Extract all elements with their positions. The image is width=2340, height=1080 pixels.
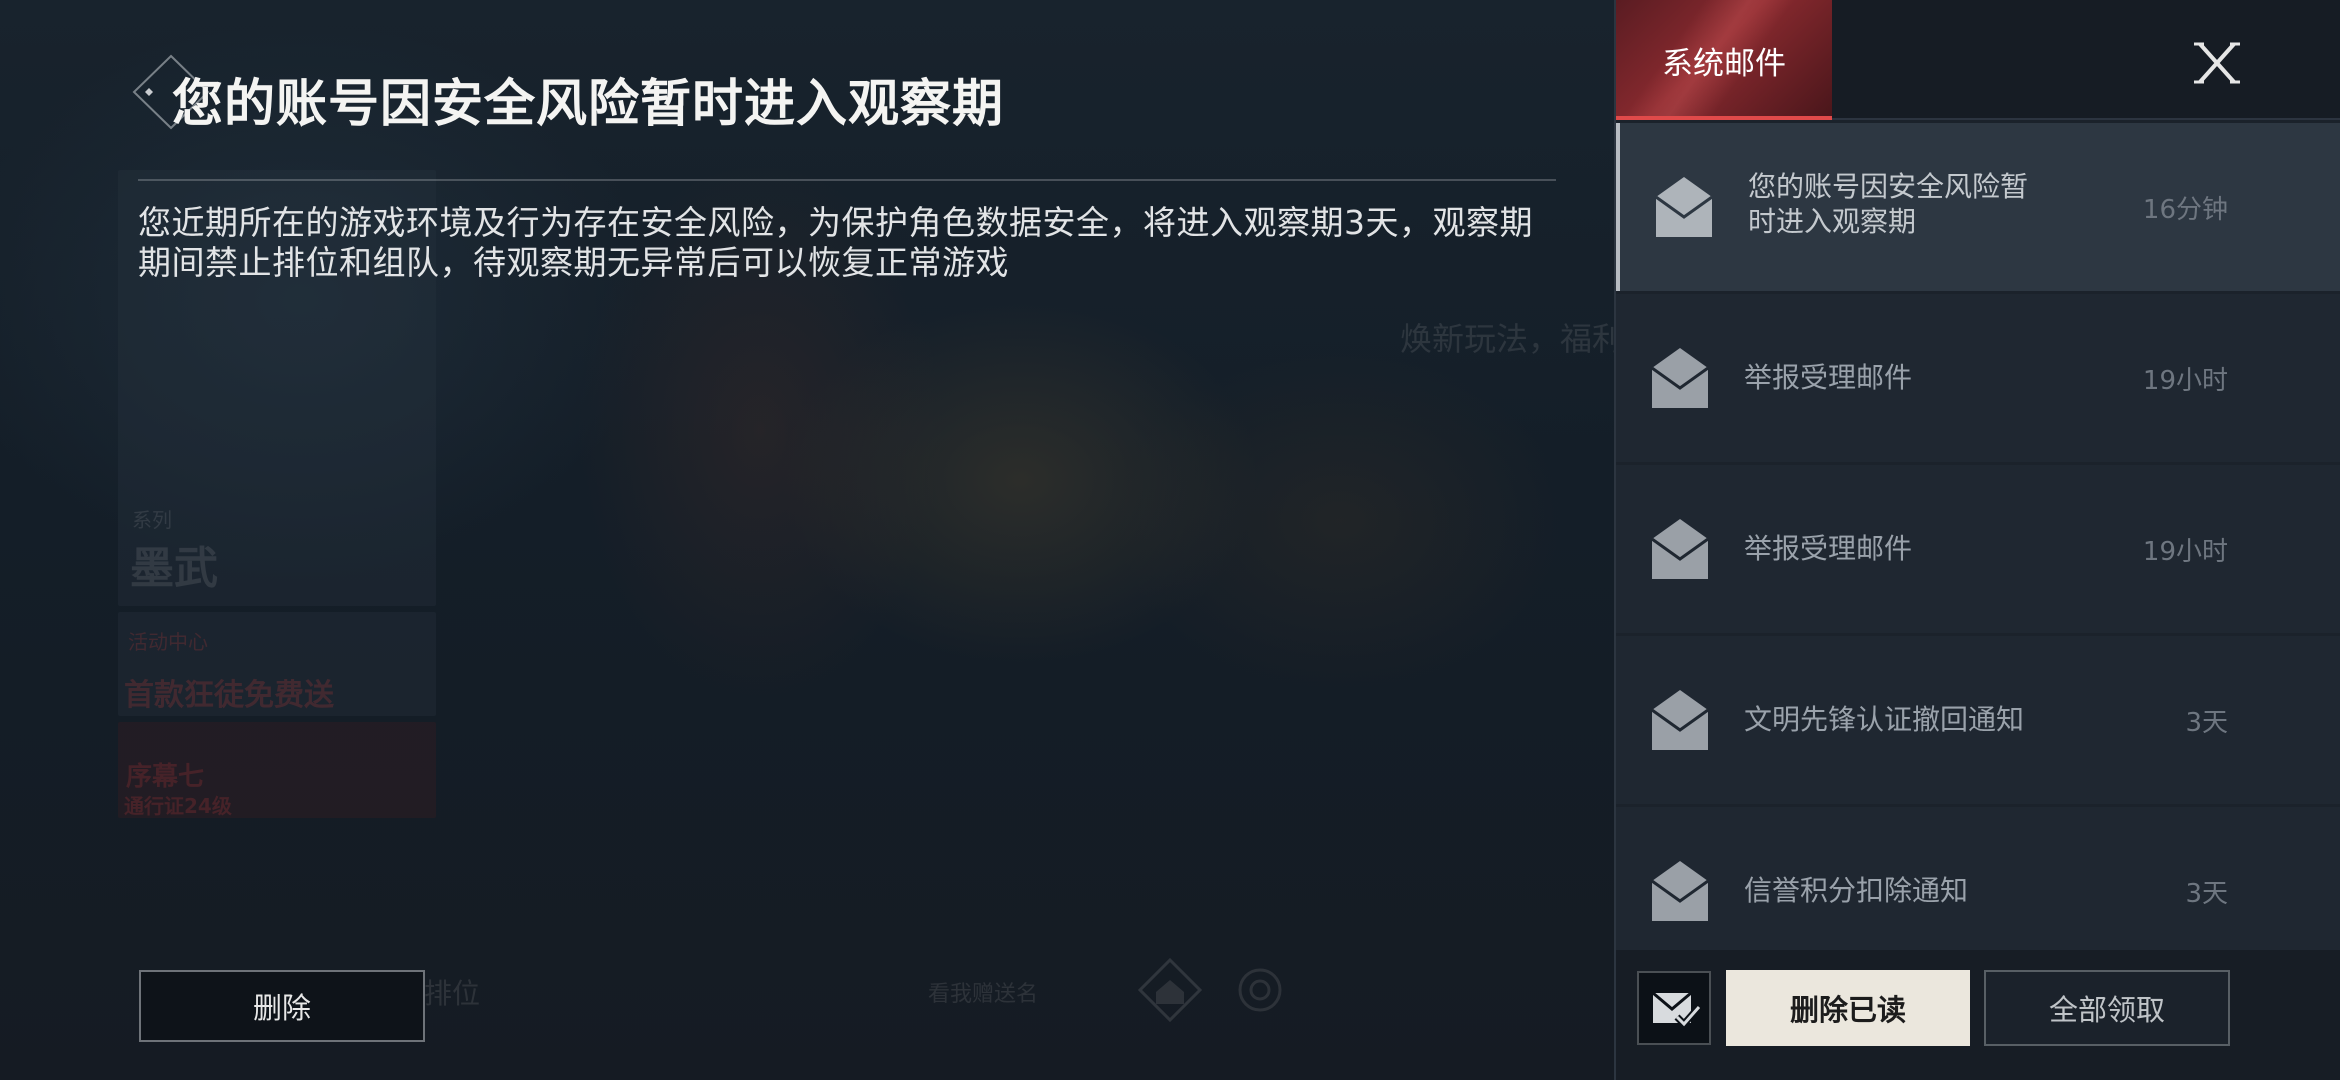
mail-list: 您的账号因安全风险暂时进入观察期 16分钟 举报受理邮件 19小时 举报受理邮件 bbox=[1616, 120, 2340, 950]
envelope-icon bbox=[1651, 519, 1709, 579]
bg-text-free-skin: 首款狂徒免费送 bbox=[124, 678, 334, 713]
bg-text-new-mode: 焕新玩法，福利 bbox=[1400, 320, 1625, 358]
mail-item-title: 举报受理邮件 bbox=[1744, 361, 1913, 394]
mail-list-item[interactable]: 举报受理邮件 19小时 bbox=[1616, 294, 2340, 462]
envelope-icon bbox=[1651, 348, 1709, 408]
mail-list-item[interactable]: 信誉积分扣除通知 3天 bbox=[1616, 807, 2340, 950]
mail-panel-header: 系统邮件 bbox=[1616, 0, 2340, 120]
delete-mail-button[interactable]: 删除 bbox=[139, 970, 425, 1042]
mail-list-item[interactable]: 您的账号因安全风险暂时进入观察期 16分钟 bbox=[1616, 123, 2340, 291]
mail-detail-body: 您近期所在的游戏环境及行为存在安全风险，为保护角色数据安全，将进入观察期3天，观… bbox=[138, 203, 1533, 282]
title-divider bbox=[138, 179, 1556, 181]
mail-item-time: 3天 bbox=[2185, 879, 2228, 909]
bg-text-ranked: 排位 bbox=[424, 977, 481, 1010]
mail-item-time: 19小时 bbox=[2142, 537, 2228, 567]
bg-text-event-center: 活动中心 bbox=[128, 630, 208, 654]
mail-list-item[interactable]: 举报受理邮件 19小时 bbox=[1616, 465, 2340, 633]
mail-panel: 系统邮件 您的账号因安全风险暂时进入观察期 16分钟 举报受理邮件 19小时 举… bbox=[1614, 0, 2340, 1080]
mail-detail-title: 您的账号因安全风险暂时进入观察期 bbox=[172, 75, 1005, 134]
mail-item-title: 举报受理邮件 bbox=[1744, 532, 1913, 565]
envelope-icon bbox=[1651, 861, 1709, 921]
bg-text-pass-level: 通行证24级 bbox=[124, 794, 232, 818]
mark-read-button[interactable] bbox=[1637, 971, 1711, 1045]
bg-text-series: 系列 bbox=[132, 508, 172, 532]
envelope-icon bbox=[1655, 177, 1713, 237]
mail-item-time: 3天 bbox=[2185, 708, 2228, 738]
mail-item-time: 19小时 bbox=[2142, 366, 2228, 396]
envelope-check-icon bbox=[1652, 991, 1701, 1030]
envelope-icon bbox=[1651, 690, 1709, 750]
mail-item-title: 文明先锋认证撤回通知 bbox=[1744, 703, 2025, 736]
claim-all-button[interactable]: 全部领取 bbox=[1984, 970, 2230, 1046]
mail-item-title: 信誉积分扣除通知 bbox=[1744, 874, 1969, 907]
bg-text-gift: 看我赠送名 bbox=[928, 982, 1039, 1007]
bg-text-prologue: 序幕七 bbox=[126, 762, 205, 792]
app-root: 系列 墨武 活动中心 首款狂徒免费送 序幕七 通行证24级 焕新玩法，福利 排位… bbox=[0, 0, 2340, 1080]
mail-list-item[interactable]: 文明先锋认证撤回通知 3天 bbox=[1616, 636, 2340, 804]
tab-system-mail-label: 系统邮件 bbox=[1662, 46, 1786, 82]
tab-system-mail[interactable]: 系统邮件 bbox=[1616, 0, 1832, 120]
mail-item-title: 您的账号因安全风险暂时进入观察期 bbox=[1748, 170, 2029, 238]
game-background: 系列 墨武 活动中心 首款狂徒免费送 序幕七 通行证24级 焕新玩法，福利 排位… bbox=[0, 0, 1624, 1080]
mail-panel-footer: 删除已读 全部领取 bbox=[1616, 950, 2340, 1080]
delete-read-button[interactable]: 删除已读 bbox=[1726, 970, 1970, 1046]
bg-text-mowu: 墨武 bbox=[130, 543, 218, 594]
bg-home-icon bbox=[1137, 957, 1203, 1023]
mail-item-time: 16分钟 bbox=[2142, 195, 2228, 225]
bg-target-icon bbox=[1238, 968, 1282, 1012]
close-icon[interactable] bbox=[2180, 26, 2252, 98]
